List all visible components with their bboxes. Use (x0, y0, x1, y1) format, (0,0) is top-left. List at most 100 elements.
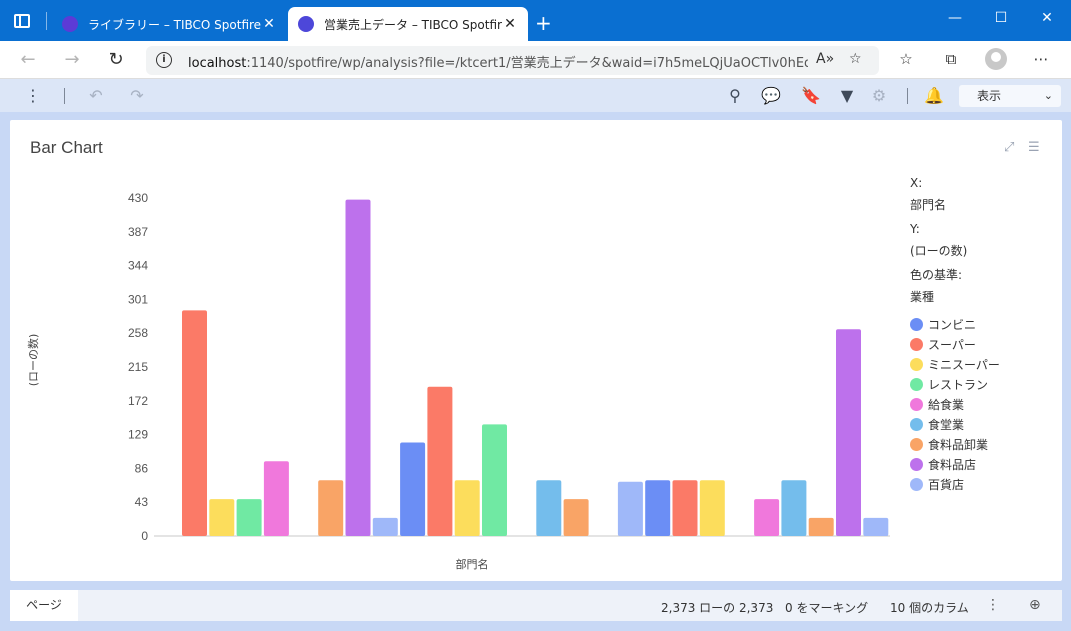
settings-gear-icon[interactable]: ⚙ (868, 86, 890, 105)
y-tick-label: 430 (128, 191, 148, 205)
legend-y-value[interactable]: (ローの数) (910, 240, 1055, 262)
legend-item[interactable]: 百貨店 (910, 474, 1055, 494)
x-axis-title: 部門名 (456, 557, 489, 571)
language-globe-icon[interactable]: ⊕ (1029, 597, 1041, 613)
bar[interactable] (754, 499, 780, 536)
bar[interactable] (263, 461, 289, 536)
new-tab-button[interactable]: + (535, 11, 552, 35)
bar[interactable] (372, 517, 398, 536)
bar[interactable] (482, 424, 507, 536)
legend-item[interactable]: 食堂業 (910, 414, 1055, 434)
legend-x-value[interactable]: 部門名 (910, 194, 1055, 216)
read-aloud-icon[interactable]: A» (816, 51, 834, 67)
site-info-icon[interactable]: i (156, 52, 172, 68)
bar[interactable] (645, 480, 671, 536)
legend-item[interactable]: 食料品店 (910, 454, 1055, 474)
bar[interactable] (318, 480, 344, 536)
legend-swatch (910, 337, 923, 351)
url-text[interactable]: localhost:1140/spotfire/wp/analysis?file… (188, 52, 808, 71)
bar[interactable] (345, 199, 371, 536)
close-tab-icon[interactable]: ✕ (502, 16, 518, 32)
browser-tab-analysis[interactable]: 営業売上データ – TIBCO Spotfire ✕ (288, 7, 528, 41)
bar[interactable] (236, 499, 262, 536)
maximize-button[interactable]: ☐ (986, 10, 1016, 26)
bar[interactable] (209, 499, 235, 536)
bar[interactable] (427, 386, 453, 536)
url-bar[interactable]: i localhost:1140/spotfire/wp/analysis?fi… (146, 46, 879, 75)
legend-item-label: 給食業 (928, 397, 965, 412)
legend-swatch (910, 397, 923, 411)
menu-kebab-icon[interactable]: ⋮ (22, 86, 44, 105)
back-button[interactable]: ← (16, 49, 40, 70)
bar[interactable] (808, 517, 834, 536)
profile-avatar[interactable] (985, 48, 1007, 70)
y-tick-label: 387 (128, 225, 148, 239)
redo-icon[interactable]: ↷ (126, 86, 148, 105)
legend-x-key: X: (910, 176, 923, 190)
legend-item[interactable]: ミニスーパー (910, 354, 1055, 374)
visualization-panel[interactable]: Bar Chart ⤢ ☰ 0 43 86 129 172 215 258 301 344 387… (10, 120, 1062, 581)
browser-title-bar: ライブラリー – TIBCO Spotfire ✕ 営業売上データ – TIBC… (0, 0, 1071, 41)
bar[interactable] (863, 517, 889, 536)
filter-icon[interactable]: ▼ (836, 86, 858, 105)
more-menu-icon[interactable]: ⋯ (1030, 50, 1052, 68)
comments-icon[interactable]: 💬 (760, 86, 782, 105)
bar[interactable] (400, 442, 426, 537)
bar[interactable] (182, 310, 207, 536)
favorites-icon[interactable]: ☆ (895, 50, 917, 68)
legend-color-key: 色の基準: (910, 268, 963, 282)
bar[interactable] (699, 480, 725, 536)
legend-color-value[interactable]: 業種 (910, 286, 1055, 308)
collections-icon[interactable]: ⧉ (940, 50, 962, 68)
legend-swatch (910, 317, 923, 331)
legend-item-label: スーパー (928, 337, 976, 352)
close-window-button[interactable]: ✕ (1032, 10, 1062, 26)
show-dropdown[interactable]: 表示 ⌄ (959, 85, 1061, 107)
bar[interactable] (563, 499, 589, 536)
y-tick-label: 172 (128, 394, 148, 408)
undo-icon[interactable]: ↶ (85, 86, 107, 105)
spotfire-toolbar: ⋮ ↶ ↷ ⚲ 💬 🔖 ▼ ⚙ 🔔 表示 ⌄ (0, 79, 1071, 112)
minimize-button[interactable]: — (940, 10, 970, 26)
tab-actions-icon[interactable] (14, 14, 30, 28)
y-tick-label: 258 (128, 326, 148, 340)
legend-swatch (910, 377, 923, 391)
legend-item[interactable]: コンビニ (910, 314, 1055, 334)
forward-button[interactable]: → (60, 49, 84, 70)
search-icon[interactable]: ⚲ (724, 86, 746, 105)
visualization-menu-icon[interactable]: ☰ (1028, 140, 1040, 155)
bar[interactable] (672, 480, 698, 536)
legend: X: 部門名 Y: (ローの数) 色の基準: 業種 コンビニ スーパー ミニスーパー… (910, 172, 1055, 494)
status-more-icon[interactable]: ⋮ (986, 597, 1000, 613)
add-favorite-icon[interactable]: ☆ (849, 51, 862, 67)
legend-item[interactable]: 食料品卸業 (910, 434, 1055, 454)
y-tick-label: 43 (135, 495, 149, 509)
close-tab-icon[interactable]: ✕ (261, 16, 277, 32)
bars-group[interactable] (182, 199, 889, 537)
bar[interactable] (781, 480, 807, 536)
legend-item-label: コンビニ (928, 317, 977, 332)
legend-item[interactable]: スーパー (910, 334, 1055, 354)
bar-chart[interactable]: 0 43 86 129 172 215 258 301 344 387 430 (ローの数) 部門名 (10, 120, 910, 581)
legend-item-label: 食料品卸業 (928, 437, 989, 452)
legend-swatch (910, 437, 923, 451)
browser-tab-library[interactable]: ライブラリー – TIBCO Spotfire ✕ (52, 7, 287, 41)
y-axis-ticks: 0 43 86 129 172 215 258 301 344 387 430 (128, 191, 148, 543)
bar[interactable] (617, 481, 643, 536)
url-host: localhost (188, 56, 247, 71)
page-tab[interactable]: ページ (10, 590, 78, 621)
analysis-work-area: Bar Chart ⤢ ☰ 0 43 86 129 172 215 258 301 344 387… (0, 112, 1071, 631)
notifications-bell-icon[interactable]: 🔔 (923, 86, 945, 105)
chevron-down-icon: ⌄ (1043, 89, 1053, 102)
legend-item-label: 百貨店 (928, 477, 965, 492)
bar[interactable] (536, 480, 562, 536)
bookmark-icon[interactable]: 🔖 (800, 86, 822, 105)
status-bar: ページ 2,373 ローの 2,373 0 をマーキング 10 個のカラム ⋮ … (10, 590, 1062, 621)
maximize-visualization-icon[interactable]: ⤢ (1004, 140, 1014, 155)
bar[interactable] (454, 480, 480, 536)
bar[interactable] (836, 329, 861, 536)
legend-item[interactable]: レストラン (910, 374, 1055, 394)
legend-swatch (910, 417, 923, 431)
refresh-button[interactable]: ↻ (104, 49, 128, 70)
legend-item[interactable]: 給食業 (910, 394, 1055, 414)
